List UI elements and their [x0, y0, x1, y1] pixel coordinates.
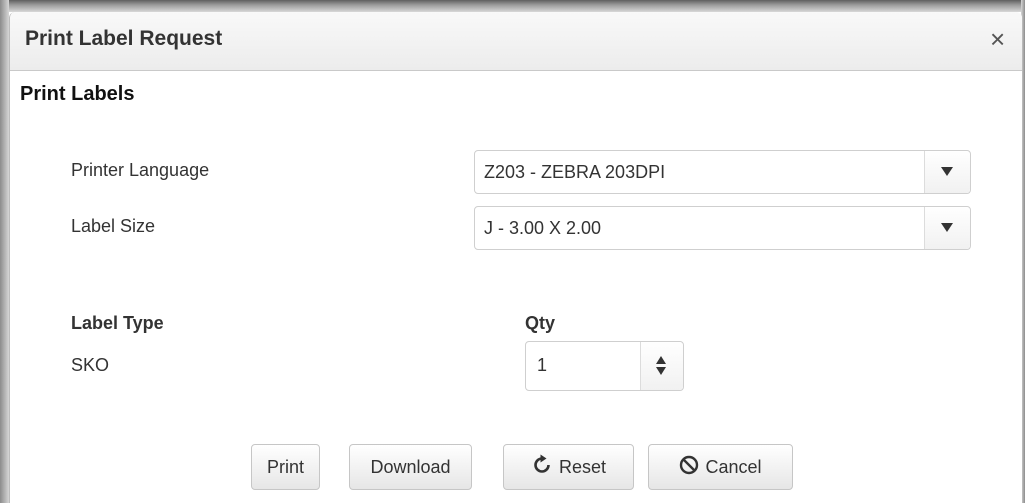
chevron-down-icon [941, 223, 953, 232]
label-size-value: J - 3.00 X 2.00 [484, 218, 602, 238]
label-type-value: SKO [71, 355, 110, 375]
spin-up-arrow[interactable] [656, 356, 666, 364]
spinner-arrows-icon[interactable] [640, 342, 683, 390]
window-frame: Print Label Request × Print Labels Print… [0, 0, 1025, 503]
background-edge-top [0, 0, 1025, 12]
printer-language-dropdown-button[interactable] [924, 151, 970, 193]
ban-icon [679, 455, 699, 480]
label-type-header: Label Type [71, 313, 164, 333]
close-icon[interactable]: × [990, 26, 1005, 52]
reset-button-label: Reset [558, 456, 607, 477]
cancel-button-label: Cancel [705, 456, 762, 477]
section-title: Print Labels [20, 83, 135, 105]
background-edge-left [0, 0, 9, 503]
print-button-label: Print [266, 456, 304, 477]
printer-language-value: Z203 - ZEBRA 203DPI [484, 162, 666, 182]
label-size-select[interactable]: J - 3.00 X 2.00 [474, 206, 971, 250]
printer-language-select[interactable]: Z203 - ZEBRA 203DPI [474, 150, 971, 194]
print-button[interactable]: Print [251, 444, 320, 490]
download-button[interactable]: Download [349, 444, 472, 490]
print-label-dialog: Print Label Request × Print Labels Print… [9, 12, 1022, 503]
printer-language-label: Printer Language [71, 160, 210, 180]
refresh-icon [531, 454, 553, 481]
download-button-label: Download [370, 456, 451, 477]
dialog-title: Print Label Request [25, 27, 223, 50]
qty-header: Qty [525, 313, 556, 333]
reset-button[interactable]: Reset [503, 444, 634, 490]
spin-down-arrow[interactable] [656, 367, 666, 375]
label-size-dropdown-button[interactable] [924, 207, 970, 249]
qty-input[interactable] [527, 343, 637, 387]
chevron-down-icon [941, 167, 953, 176]
label-size-label: Label Size [71, 216, 156, 236]
quantity-stepper[interactable] [525, 341, 684, 391]
dialog-titlebar: Print Label Request × [10, 12, 1022, 71]
cancel-button[interactable]: Cancel [648, 444, 793, 490]
